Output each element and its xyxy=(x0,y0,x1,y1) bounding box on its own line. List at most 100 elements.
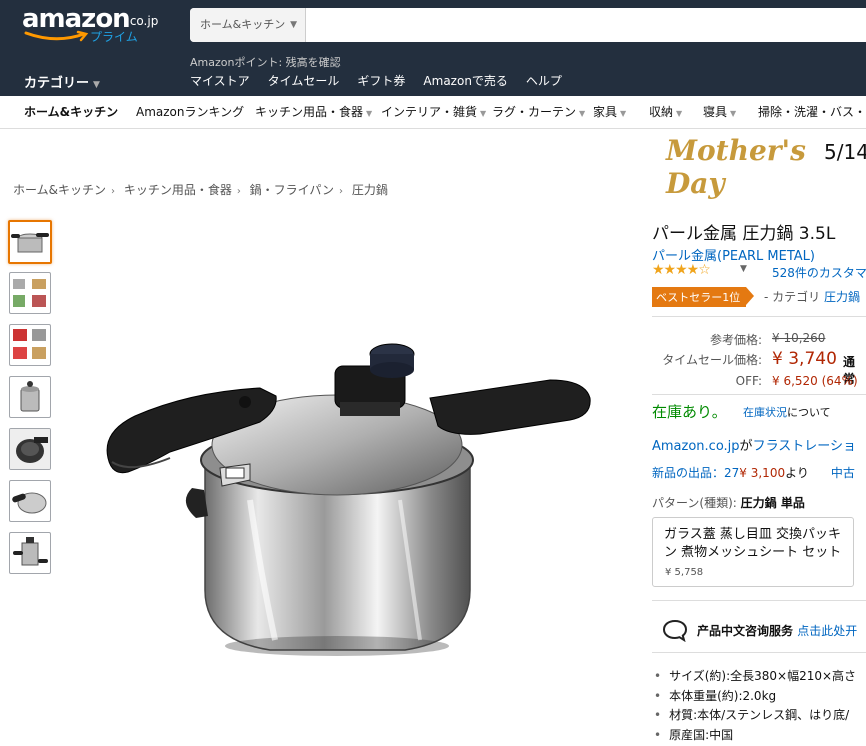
sale-price-label: タイムセール価格: xyxy=(662,353,762,367)
search-bar: ホーム&キッチン ▼ xyxy=(190,8,866,42)
subnav-label: インテリア・雑貨 xyxy=(381,105,478,119)
discount-value: ¥ 6,520 (64%) xyxy=(772,374,858,388)
off-label: OFF: xyxy=(735,374,762,388)
category-menu[interactable]: カテゴリー ▼ xyxy=(24,72,100,91)
amazon-link[interactable]: Amazon.co.jp xyxy=(652,439,740,454)
divider xyxy=(652,394,866,395)
chevron-down-icon: ▼ xyxy=(290,20,297,30)
subnav-label: キッチン用品・食器 xyxy=(255,105,364,119)
subnav-label: 収納 xyxy=(649,105,674,119)
star-filled-icon: ★★★★ xyxy=(652,262,699,278)
subnav-kitchen[interactable]: キッチン用品・食器 ▼ xyxy=(255,96,372,128)
accessory-option[interactable]: ガラス蓋 蒸し目皿 交換パッキン 煮物メッシュシート セット ¥ 5,758 xyxy=(652,517,854,587)
subnav-rug-curtain[interactable]: ラグ・カーテン ▼ xyxy=(492,96,585,128)
pot-lid-icon[interactable] xyxy=(9,428,51,470)
subnav-label: ラグ・カーテン xyxy=(492,105,577,119)
divider xyxy=(652,600,866,601)
divider xyxy=(652,652,866,653)
new-offers-price: ¥ 3,100 xyxy=(739,466,786,480)
pot-handle-icon[interactable] xyxy=(9,480,51,522)
frustration-free-info: Amazon.co.jpがフラストレーショ xyxy=(652,435,856,454)
main-product-image[interactable] xyxy=(100,340,600,670)
nav-my-store[interactable]: マイストア xyxy=(190,72,250,89)
breadcrumb-link[interactable]: ホーム&キッチン xyxy=(13,183,106,197)
star-empty-icon: ☆ xyxy=(698,262,711,278)
stock-suffix: について xyxy=(787,406,831,419)
used-offers-link[interactable]: 中古 xyxy=(831,466,855,480)
amazon-logo[interactable]: amazon .co.jp プライム xyxy=(22,4,162,44)
pot-top-icon[interactable] xyxy=(9,376,51,418)
feature-bullet: 原産国:中国 xyxy=(654,726,856,746)
stock-status-link[interactable]: 在庫状況 xyxy=(743,406,787,419)
pattern-label: パターン(種類): xyxy=(652,496,737,510)
subnav-home-kitchen[interactable]: ホーム&キッチン xyxy=(24,96,118,128)
pattern-selector-label: パターン(種類): 圧力鍋 単品 xyxy=(652,494,805,511)
logo-prime: プライム xyxy=(90,30,138,44)
chevron-down-icon: ▼ xyxy=(620,109,627,118)
breadcrumb-link[interactable]: 圧力鍋 xyxy=(352,183,388,197)
new-offers-suffix: より xyxy=(785,466,809,480)
pot-parts-icon[interactable] xyxy=(9,272,51,314)
sale-price: ¥ 3,740 xyxy=(772,349,837,369)
bestseller-badge[interactable]: ベストセラー1位 xyxy=(652,287,755,307)
chevron-down-icon[interactable]: ▼ xyxy=(740,264,747,274)
chat-link[interactable]: 点击此处开 xyxy=(797,624,857,638)
pot-features-icon[interactable] xyxy=(9,324,51,366)
chevron-down-icon: ▼ xyxy=(579,109,586,118)
subnav-ranking[interactable]: Amazonランキング xyxy=(136,96,244,128)
accessory-title: ガラス蓋 蒸し目皿 交換パッキン 煮物メッシュシート セット xyxy=(664,527,842,560)
search-input[interactable] xyxy=(307,8,866,42)
list-price: ¥ 10,260 xyxy=(772,331,826,345)
stock-status: 在庫あり。 xyxy=(652,403,727,421)
points-link[interactable]: Amazonポイント: 残高を確認 xyxy=(190,54,341,70)
frustration-mid: が xyxy=(739,439,753,454)
smile-arrow-icon xyxy=(24,30,89,42)
chat-label: 产品中文咨询服务 xyxy=(697,624,794,638)
nav-sell[interactable]: Amazonで売る xyxy=(423,72,508,89)
new-offers: 新品の出品：27¥ 3,100より 中古 xyxy=(652,464,855,481)
bestseller-category-link[interactable]: 圧力鍋 xyxy=(824,290,860,304)
subnav-label: 家具 xyxy=(593,105,618,119)
chinese-support: 产品中文咨询服务 点击此处开 xyxy=(697,622,857,639)
frustration-free-link[interactable]: フラストレーショ xyxy=(753,439,856,454)
product-title: パール金属 圧力鍋 3.5L xyxy=(652,224,836,244)
feature-bullet: 材質:本体/ステンレス鋼、はり底/ xyxy=(654,706,856,726)
breadcrumb-link[interactable]: キッチン用品・食器 xyxy=(124,183,232,197)
chevron-down-icon: ▼ xyxy=(730,109,737,118)
category-subnav: ホーム&キッチン Amazonランキング キッチン用品・食器 ▼ インテリア・雑貨… xyxy=(0,96,866,129)
star-rating[interactable]: ★★★★☆ xyxy=(652,262,711,278)
chevron-right-icon: › xyxy=(111,186,115,197)
feature-bullet: 本体重量(約):2.0kg xyxy=(654,687,856,707)
category-label: カテゴリー xyxy=(24,76,90,91)
subnav-bedding[interactable]: 寝具 ▼ xyxy=(703,96,736,128)
pot-side-icon[interactable] xyxy=(8,220,52,264)
subnav-interior[interactable]: インテリア・雑貨 ▼ xyxy=(381,96,486,128)
top-header: amazon .co.jp プライム ホーム&キッチン ▼ Amazonポイント… xyxy=(0,0,866,96)
nav-time-sale[interactable]: タイムセール xyxy=(268,72,340,89)
chat-bubble-icon xyxy=(662,619,688,642)
subnav-furniture[interactable]: 家具 ▼ xyxy=(593,96,626,128)
accessory-price: ¥ 5,758 xyxy=(665,567,704,578)
header-nav: マイストア タイムセール ギフト券 Amazonで売る ヘルプ xyxy=(190,72,580,89)
subnav-storage[interactable]: 収納 ▼ xyxy=(649,96,682,128)
breadcrumb: ホーム&キッチン › キッチン用品・食器 › 鍋・フライパン › 圧力鍋 xyxy=(13,181,388,198)
subnav-label: 寝具 xyxy=(703,105,728,119)
chevron-right-icon: › xyxy=(236,186,241,197)
chevron-right-icon: › xyxy=(339,186,344,197)
new-offers-link[interactable]: 新品の出品：27 xyxy=(652,466,739,480)
list-price-label: 参考価格: xyxy=(709,333,762,347)
chevron-down-icon: ▼ xyxy=(480,109,487,118)
pot-open-icon[interactable] xyxy=(9,532,51,574)
chevron-down-icon: ▼ xyxy=(366,109,373,118)
logo-tld: .co.jp xyxy=(126,14,159,28)
subnav-cleaning[interactable]: 掃除・洗濯・バス・トイ xyxy=(758,96,866,128)
stock-info: 在庫状況について xyxy=(743,404,831,420)
pattern-value: 圧力鍋 単品 xyxy=(740,496,805,510)
breadcrumb-link[interactable]: 鍋・フライパン xyxy=(250,183,334,197)
search-department-select[interactable]: ホーム&キッチン ▼ xyxy=(190,8,306,42)
nav-help[interactable]: ヘルプ xyxy=(526,72,562,89)
divider xyxy=(652,316,866,317)
nav-gift-card[interactable]: ギフト券 xyxy=(357,72,405,89)
feature-bullets: サイズ(約):全長380×幅210×高さ 本体重量(約):2.0kg 材質:本体… xyxy=(654,667,856,745)
review-count-link[interactable]: 528件のカスタマ xyxy=(772,264,866,281)
